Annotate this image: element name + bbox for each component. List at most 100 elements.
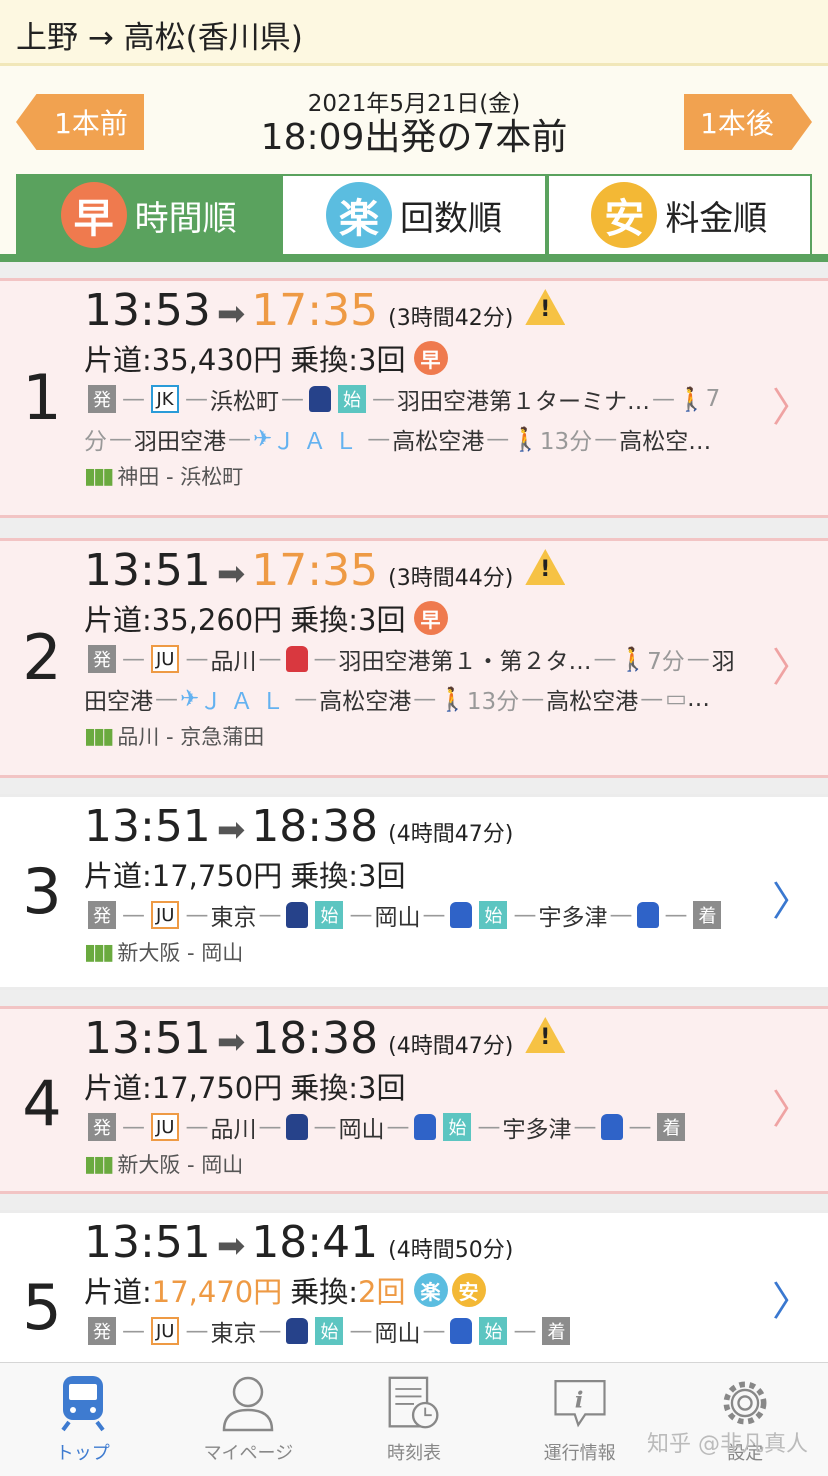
duration: (3時間44分) [388, 566, 514, 591]
route-item[interactable]: 2 13:51 ➡ 17:35 (3時間44分) ! 片道: 35,260円 乗… [0, 538, 828, 778]
line-chip: JU [151, 645, 180, 673]
boarding-position-icon: ▮▮▮ [84, 939, 114, 965]
transfer-count: 3回 [358, 859, 406, 893]
transfer-prefix: 乗換: [290, 603, 359, 637]
sort-tabs: 早 時間順 楽 回数順 安 料金順 [0, 174, 828, 262]
route-number: 3 [22, 855, 62, 928]
boarding-position-icon: ▮▮▮ [84, 1151, 114, 1177]
airline: ＪＡＬ [199, 689, 293, 715]
tabbar-settings[interactable]: 設定 [662, 1363, 828, 1476]
fare: 17,750円 [151, 859, 283, 893]
station: 高松空港 [546, 689, 639, 715]
route-item[interactable]: 1 13:53 ➡ 17:35 (3時間42分) ! 片道: 35,430円 乗… [0, 278, 828, 518]
tab-time-order[interactable]: 早 時間順 [16, 174, 282, 254]
cheap-badge-icon: 安 [451, 1273, 486, 1307]
fare-prefix: 片道: [84, 603, 152, 637]
depart-time: 13:53 [84, 285, 211, 336]
boarding-position-icon: ▮▮▮ [84, 463, 114, 489]
depart-chip: 発 [88, 385, 116, 413]
tab-label: 料金順 [665, 198, 768, 239]
station: 岡山 [338, 1117, 385, 1143]
first-train-chip: 始 [338, 385, 366, 413]
fare-prefix: 片道: [84, 859, 152, 893]
route-list[interactable]: 1 13:53 ➡ 17:35 (3時間42分) ! 片道: 35,430円 乗… [0, 262, 828, 1362]
cheap-badge-icon: 安 [591, 182, 658, 248]
arrive-time: 18:38 [251, 1013, 379, 1064]
tabbar-label: トップ [55, 1443, 110, 1464]
walk-time: 7分 [647, 649, 685, 675]
fast-badge-icon: 早 [413, 341, 448, 375]
depart-time: 13:51 [84, 1013, 211, 1064]
airplane-icon: ✈ [253, 426, 273, 452]
route-item[interactable]: 5 13:51 ➡ 18:41 (4時間50分) 片道: 17,470円 乗換:… [0, 1210, 828, 1362]
station: 品川 [210, 1117, 257, 1143]
tab-fare-order[interactable]: 安 料金順 [546, 174, 812, 254]
transfer-prefix: 乗換: [290, 859, 359, 893]
route-item[interactable]: 4 13:51 ➡ 18:38 (4時間47分) ! 片道: 17,750円 乗… [0, 1006, 828, 1194]
station: 宇多津 [502, 1117, 572, 1143]
depart-chip: 発 [88, 645, 116, 673]
transfer-count: 3回 [358, 1071, 406, 1105]
station: 羽田空港第１・第２タ… [338, 649, 592, 675]
warning-icon: ! [525, 549, 566, 585]
walk-icon: 🚶 [677, 386, 706, 413]
walk-time: 13分 [539, 429, 593, 455]
next-train-button[interactable]: 1本後 [684, 94, 812, 150]
arrive-time: 17:35 [251, 545, 379, 596]
train-icon [637, 902, 660, 928]
boarding-section: 神田 - 浜松町 [117, 465, 244, 489]
duration: (4時間50分) [388, 1238, 514, 1263]
easy-badge-icon: 楽 [413, 1273, 448, 1307]
depart-chip: 発 [88, 1317, 116, 1345]
limited-express-icon [450, 1318, 473, 1344]
walk-time: 分 [84, 429, 107, 455]
arrive-chip: 着 [657, 1113, 686, 1141]
tabbar-timetable[interactable]: 時刻表 [331, 1363, 497, 1476]
line-chip: JU [151, 1317, 180, 1345]
chevron-right-icon: 〉 [772, 385, 812, 431]
monorail-icon [309, 386, 331, 412]
boarding-section: 新大阪 - 岡山 [117, 941, 244, 965]
tabbar-label: 時刻表 [386, 1443, 441, 1464]
station: 羽田空港第１ターミナ… [397, 389, 650, 415]
train-icon [55, 1373, 111, 1433]
fare: 17,470円 [151, 1275, 283, 1309]
fare: 17,750円 [151, 1071, 283, 1105]
tabbar-top[interactable]: トップ [0, 1363, 166, 1476]
duration: (3時間42分) [388, 306, 514, 331]
station: 田空港 [84, 689, 153, 715]
depart-chip: 発 [88, 901, 116, 929]
chevron-right-icon: 〉 [772, 1087, 812, 1133]
first-train-chip: 始 [315, 901, 344, 929]
first-train-chip: 始 [315, 1317, 344, 1345]
train-icon [286, 646, 309, 672]
walk-time: 13分 [466, 689, 520, 715]
walk-time: 7 [705, 386, 721, 412]
transfer-count: 3回 [358, 343, 406, 377]
first-train-chip: 始 [443, 1113, 472, 1141]
station: 羽 [711, 649, 735, 675]
arrow-right-icon: ➡ [216, 810, 246, 850]
bottom-tab-bar: トップ マイページ 時刻表 i 運行情報 設定 知乎 @非凡真人 [0, 1362, 828, 1476]
arrive-time: 17:35 [251, 285, 379, 336]
depart-chip: 発 [88, 1113, 116, 1141]
boarding-section: 品川 - 京急蒲田 [117, 725, 265, 749]
shinkansen-icon [286, 902, 309, 928]
tabbar-service-info[interactable]: i 運行情報 [497, 1363, 663, 1476]
duration: (4時間47分) [388, 1034, 514, 1059]
limited-express-icon [414, 1114, 437, 1140]
tab-label: 時間順 [134, 198, 237, 239]
station: 岡山 [374, 1321, 421, 1347]
time-nav: 1本前 2021年5月21日(金) 18:09出発の7本前 1本後 [0, 66, 828, 174]
transfer-prefix: 乗換: [290, 1275, 359, 1309]
station: 羽田空港 [134, 429, 226, 455]
transfer-prefix: 乗換: [290, 343, 359, 377]
shinkansen-icon [286, 1114, 309, 1140]
route-item[interactable]: 3 13:51 ➡ 18:38 (4時間47分) 片道: 17,750円 乗換:… [0, 794, 828, 990]
tabbar-mypage[interactable]: マイページ [166, 1363, 332, 1476]
more-indicator: … [686, 686, 710, 712]
svg-text:i: i [574, 1387, 583, 1413]
transfer-prefix: 乗換: [290, 1071, 359, 1105]
train-icon [601, 1114, 624, 1140]
tab-transfer-order[interactable]: 楽 回数順 [281, 174, 547, 254]
